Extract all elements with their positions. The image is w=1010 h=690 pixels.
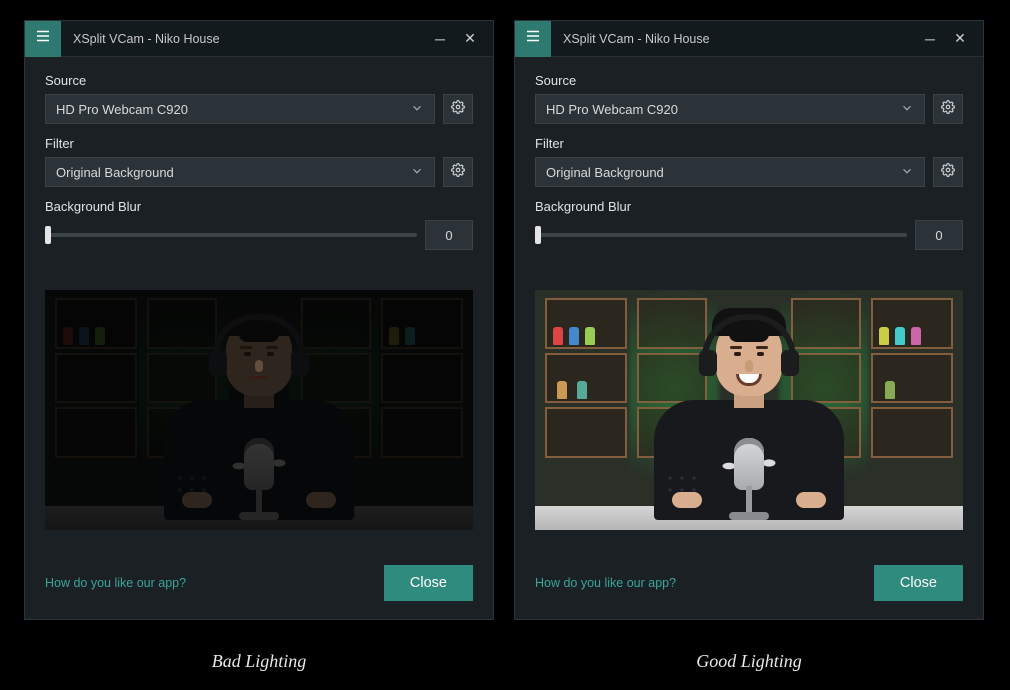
source-select[interactable]: HD Pro Webcam C920 (45, 94, 435, 124)
gear-icon (451, 163, 465, 182)
caption-right: Good Lighting (514, 651, 984, 672)
filter-settings-button[interactable] (443, 157, 473, 187)
source-label: Source (535, 73, 963, 88)
close-window-button[interactable]: ✕ (459, 28, 481, 50)
menu-button[interactable] (515, 21, 551, 57)
footer: How do you like our app? Close (515, 547, 983, 619)
blur-slider[interactable] (535, 220, 907, 250)
app-window-right: XSplit VCam - Niko House ─ ✕ Source HD P… (514, 20, 984, 620)
source-settings-button[interactable] (443, 94, 473, 124)
slider-thumb[interactable] (535, 226, 541, 244)
camera-preview (535, 290, 963, 530)
titlebar: XSplit VCam - Niko House ─ ✕ (25, 21, 493, 57)
close-button[interactable]: Close (874, 565, 963, 601)
chevron-down-icon (900, 164, 914, 181)
blur-slider[interactable] (45, 220, 417, 250)
close-window-button[interactable]: ✕ (949, 28, 971, 50)
blur-value: 0 (425, 220, 473, 250)
gear-icon (451, 100, 465, 119)
content-area: Source HD Pro Webcam C920 Filter Origina… (515, 57, 983, 547)
filter-value: Original Background (546, 165, 664, 180)
filter-label: Filter (535, 136, 963, 151)
filter-value: Original Background (56, 165, 174, 180)
minimize-icon: ─ (925, 31, 935, 47)
source-value: HD Pro Webcam C920 (56, 102, 188, 117)
hamburger-icon (524, 27, 542, 50)
filter-select[interactable]: Original Background (45, 157, 435, 187)
minimize-icon: ─ (435, 31, 445, 47)
camera-preview (45, 290, 473, 530)
filter-settings-button[interactable] (933, 157, 963, 187)
close-button[interactable]: Close (384, 565, 473, 601)
slider-rail (535, 233, 907, 237)
app-window-left: XSplit VCam - Niko House ─ ✕ Source HD P… (24, 20, 494, 620)
chevron-down-icon (900, 101, 914, 118)
filter-select[interactable]: Original Background (535, 157, 925, 187)
close-icon: ✕ (464, 30, 476, 47)
blur-label: Background Blur (535, 199, 963, 214)
source-value: HD Pro Webcam C920 (546, 102, 678, 117)
menu-button[interactable] (25, 21, 61, 57)
chevron-down-icon (410, 164, 424, 181)
source-settings-button[interactable] (933, 94, 963, 124)
feedback-link[interactable]: How do you like our app? (45, 576, 186, 590)
close-icon: ✕ (954, 30, 966, 47)
minimize-button[interactable]: ─ (429, 28, 451, 50)
window-controls: ─ ✕ (919, 28, 983, 50)
slider-rail (45, 233, 417, 237)
gear-icon (941, 100, 955, 119)
gear-icon (941, 163, 955, 182)
chevron-down-icon (410, 101, 424, 118)
slider-thumb[interactable] (45, 226, 51, 244)
blur-label: Background Blur (45, 199, 473, 214)
caption-left: Bad Lighting (24, 651, 494, 672)
window-controls: ─ ✕ (429, 28, 493, 50)
hamburger-icon (34, 27, 52, 50)
feedback-link[interactable]: How do you like our app? (535, 576, 676, 590)
minimize-button[interactable]: ─ (919, 28, 941, 50)
window-title: XSplit VCam - Niko House (61, 32, 429, 46)
source-select[interactable]: HD Pro Webcam C920 (535, 94, 925, 124)
source-label: Source (45, 73, 473, 88)
titlebar: XSplit VCam - Niko House ─ ✕ (515, 21, 983, 57)
window-title: XSplit VCam - Niko House (551, 32, 919, 46)
blur-value: 0 (915, 220, 963, 250)
filter-label: Filter (45, 136, 473, 151)
footer: How do you like our app? Close (25, 547, 493, 619)
content-area: Source HD Pro Webcam C920 Filter Origina… (25, 57, 493, 547)
